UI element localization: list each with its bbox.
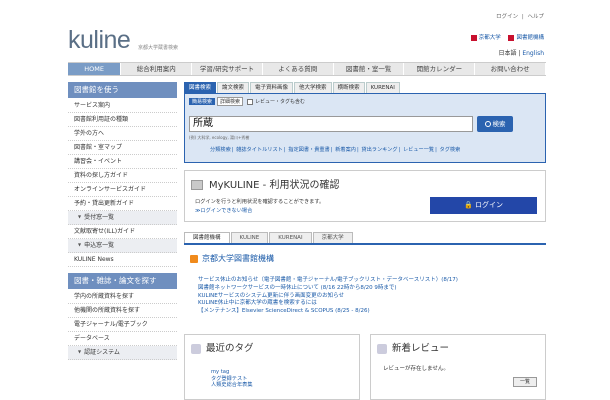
search-link[interactable]: 貸出ランキング <box>361 147 397 153</box>
tab-e-resources[interactable]: 電子資料画像 <box>250 82 294 93</box>
tag-item[interactable]: 人類史総合年表集 <box>211 382 253 389</box>
include-reviews-label: レビュー・タグも含む <box>255 99 306 105</box>
search-link[interactable]: レビュー一覧 <box>403 147 434 153</box>
search-hint: (例) 大科学, ecology, 湯川+秀樹 <box>189 135 250 140</box>
tag-list: my tag タグ登録テスト 人類史総合年表集 <box>211 369 253 389</box>
search-mode-bar: 簡易検索 詳細検索 レビュー・タグも含む <box>189 97 305 106</box>
sidebar-subitem[interactable]: 申込窓一覧 <box>68 239 177 253</box>
search-input[interactable]: 所蔵 <box>189 116 473 132</box>
nav-guide[interactable]: 総合利用案内 <box>121 63 193 75</box>
news-item[interactable]: 図書館ネットワークサービスの一時休止について (8/16 22時から8/20 9… <box>198 285 458 293</box>
tab-kurenai-news[interactable]: KURENAI <box>269 232 312 243</box>
sidebar-item[interactable]: 資料の探し方ガイド <box>68 169 177 183</box>
sidebar-item[interactable]: サービス案内 <box>68 99 177 113</box>
rss-icon <box>190 254 198 263</box>
sidebar-item[interactable]: 学外の方へ <box>68 127 177 141</box>
search-button-label: 検索 <box>492 120 506 128</box>
news-panel: 京都大学図書館機構 サービス休止のお知らせ（電子図書館・電子ジャーナル/電子ブッ… <box>184 243 546 321</box>
tab-article-search[interactable]: 論文検索 <box>217 82 250 93</box>
search-panel: 簡易検索 詳細検索 レビュー・タグも含む 所蔵 検索 (例) 大科学, ecol… <box>184 93 546 163</box>
sidebar-item[interactable]: 電子ジャーナル/電子ブック <box>68 318 177 332</box>
nav-calendar[interactable]: 開館カレンダー <box>404 63 476 75</box>
lang-english[interactable]: English <box>522 50 544 57</box>
login-button[interactable]: 🔒 ログイン <box>430 197 537 214</box>
tab-kuline[interactable]: KULINE <box>230 232 269 243</box>
search-link[interactable]: タグ検索 <box>440 147 461 153</box>
sidebar-item[interactable]: 講習会・イベント <box>68 155 177 169</box>
search-link[interactable]: 新着案内 <box>335 147 356 153</box>
library-network-link[interactable]: 図書館機構 <box>516 35 544 41</box>
search-link[interactable]: 指定図書・貴重書 <box>288 147 330 153</box>
sidebar-item[interactable]: データベース <box>68 332 177 346</box>
review-list-button[interactable]: 一覧 <box>513 377 537 387</box>
recent-tags-title: 最近のタグ <box>191 340 254 354</box>
user-card-icon <box>191 180 203 190</box>
new-reviews-panel: 新着レビュー レビューが存在しません。 一覧 <box>370 334 546 400</box>
lang-japanese: 日本語 <box>498 50 517 57</box>
kyoto-univ-link[interactable]: 京都大学 <box>479 35 501 41</box>
mykuline-text: ログインを行うと利用状況を確認することができます。 <box>195 199 325 205</box>
mykuline-panel: MyKULINE - 利用状況の確認 ログインを行うと利用状況を確認することがで… <box>184 170 546 222</box>
news-item[interactable]: 【メンテナンス】Elsevier ScienceDirect & SCOPUS … <box>198 308 458 316</box>
kyoto-univ-icon <box>470 34 477 41</box>
news-title[interactable]: 京都大学図書館機構 <box>190 253 274 264</box>
search-icon <box>484 121 491 127</box>
search-tabs: 図書検索 論文検索 電子資料画像 他大学検索 横断検索 KURENAI <box>184 82 401 93</box>
login-link[interactable]: ログイン <box>496 14 518 20</box>
sidebar-item[interactable]: 文献取寄せ(ILL)ガイド <box>68 225 177 239</box>
sidebar-section-use-library: 図書館を使う <box>68 82 177 98</box>
tab-cross-search[interactable]: 横断検索 <box>332 82 365 93</box>
recent-tags-panel: 最近のタグ my tag タグ登録テスト 人類史総合年表集 <box>184 334 360 400</box>
sidebar: 図書館を使う サービス案内 図書館利用証の種類 学外の方へ 図書館・室マップ 講… <box>68 82 177 360</box>
language-switch: 日本語 | English <box>498 50 544 57</box>
search-button[interactable]: 検索 <box>477 116 513 132</box>
sidebar-item[interactable]: 学内の所蔵資料を探す <box>68 290 177 304</box>
new-reviews-title: 新着レビュー <box>377 340 449 354</box>
sidebar-subitem[interactable]: 受付窓一覧 <box>68 211 177 225</box>
simple-search-button[interactable]: 簡易検索 <box>189 98 216 105</box>
sidebar-item-news[interactable]: KULINE News <box>68 253 177 267</box>
sidebar-section-find-materials: 図書・雑誌・論文を探す <box>68 273 177 289</box>
sidebar-subitem[interactable]: 認証システム <box>68 346 177 360</box>
review-icon <box>377 343 387 354</box>
search-link[interactable]: 雑誌タイトルリスト <box>236 147 283 153</box>
nav-home[interactable]: HOME <box>68 63 122 75</box>
nav-libraries[interactable]: 図書館・室一覧 <box>334 63 405 75</box>
sidebar-item[interactable]: 図書館・室マップ <box>68 141 177 155</box>
tag-icon <box>191 343 201 354</box>
top-links: ログイン | ヘルプ <box>496 14 544 20</box>
mykuline-title: MyKULINE - 利用状況の確認 <box>191 176 339 191</box>
search-link[interactable]: 分類検索 <box>210 147 231 153</box>
page: ログイン | ヘルプ kuline 京都大学蔵書検索 京都大学 図書館機構 日本… <box>60 0 550 400</box>
detail-search-button[interactable]: 詳細検索 <box>217 97 244 106</box>
tab-kyoto-univ[interactable]: 京都大学 <box>312 232 353 243</box>
tab-library-network[interactable]: 図書館機構 <box>184 232 230 243</box>
no-reviews-text: レビューが存在しません。 <box>383 366 449 372</box>
library-network-icon <box>508 34 515 41</box>
tab-book-search[interactable]: 図書検索 <box>184 82 217 93</box>
tab-other-univ[interactable]: 他大学検索 <box>294 82 332 93</box>
news-list: サービス休止のお知らせ（電子図書館・電子ジャーナル/電子ブックリスト・データベー… <box>198 277 458 316</box>
news-tabs: 図書館機構 KULINE KURENAI 京都大学 <box>184 232 354 243</box>
search-links: 分類検索| 雑誌タイトルリスト| 指定図書・貴重書| 新着案内| 貸出ランキング… <box>210 147 461 153</box>
nav-contact[interactable]: お問い合わせ <box>475 63 547 75</box>
logo-subtitle: 京都大学蔵書検索 <box>138 45 179 51</box>
cannot-login-link[interactable]: ≫ログインできない場合 <box>195 207 252 214</box>
sidebar-item[interactable]: オンラインサービスガイド <box>68 183 177 197</box>
sidebar-item[interactable]: 図書館利用証の種類 <box>68 113 177 127</box>
nav-faq[interactable]: よくある質問 <box>263 63 334 75</box>
news-item[interactable]: サービス休止のお知らせ（電子図書館・電子ジャーナル/電子ブックリスト・データベー… <box>198 277 458 285</box>
sidebar-item[interactable]: 予約・貸出更新ガイド <box>68 197 177 211</box>
nav-support[interactable]: 学習/研究サポート <box>192 63 263 75</box>
kuline-logo[interactable]: kuline <box>68 26 131 55</box>
sidebar-item[interactable]: 他機関の所蔵資料を探す <box>68 304 177 318</box>
main-nav: HOME 総合利用案内 学習/研究サポート よくある質問 図書館・室一覧 開館カ… <box>68 62 547 76</box>
include-reviews-checkbox[interactable] <box>247 98 254 105</box>
external-links: 京都大学 図書館機構 <box>465 33 544 41</box>
tab-kurenai[interactable]: KURENAI <box>365 82 400 93</box>
help-link[interactable]: ヘルプ <box>527 14 544 20</box>
